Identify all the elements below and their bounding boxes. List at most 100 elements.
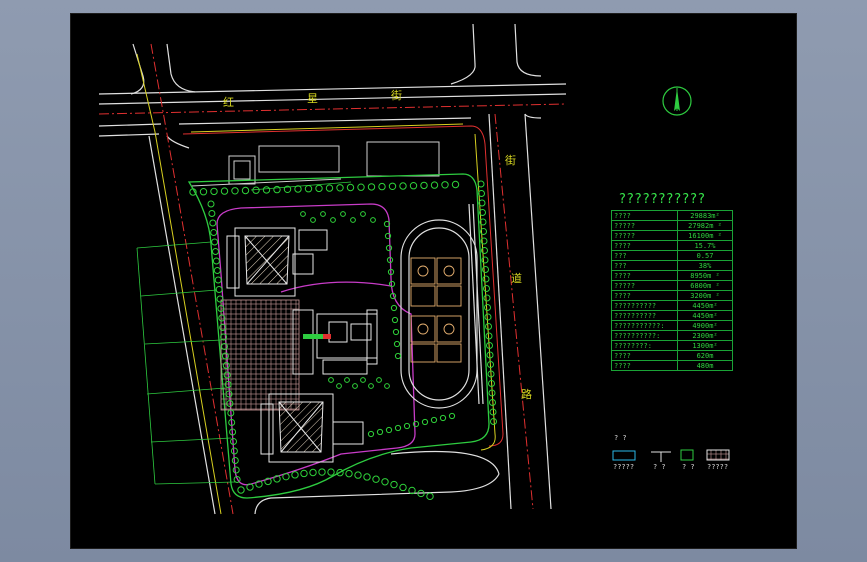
- tree-icon: [394, 352, 402, 360]
- tree-icon: [214, 276, 222, 284]
- table-row: ?????????? 4450m²: [611, 310, 733, 321]
- row-label: ?????: [611, 230, 678, 241]
- row-value: 4900m²: [677, 320, 733, 331]
- tree-icon: [370, 217, 376, 223]
- tree-icon: [346, 183, 355, 192]
- row-label: ?????: [611, 220, 678, 231]
- tree-icon: [315, 184, 323, 193]
- tree-icon: [483, 294, 491, 302]
- tree-icon: [291, 471, 299, 479]
- row-label: ????: [611, 270, 678, 281]
- tree-icon: [368, 383, 374, 389]
- north-arrow-icon: [662, 86, 692, 116]
- table-row: ?????????? 4450m²: [611, 300, 733, 311]
- street-char: 星: [307, 92, 318, 105]
- table-title: ???????????: [619, 192, 706, 207]
- legend-item-label: ? ?: [682, 463, 695, 471]
- tree-icon: [484, 313, 492, 321]
- row-label: ??????????: [611, 310, 678, 321]
- street-char: 街: [391, 88, 402, 102]
- tree-icon: [209, 219, 217, 227]
- tree-icon: [378, 182, 386, 191]
- tree-icon: [367, 183, 376, 191]
- table-row: ??? 38%: [611, 260, 733, 271]
- row-value: 4450m²: [677, 310, 733, 321]
- tree-icon: [328, 377, 334, 383]
- table-row: ????? 27982m ²: [611, 220, 733, 231]
- row-value: 8950m ²: [677, 270, 733, 281]
- row-label: ????????:: [611, 340, 678, 351]
- tree-icon: [354, 471, 362, 479]
- tree-icon: [213, 267, 221, 274]
- tree-icon: [390, 480, 398, 489]
- tree-icon: [477, 180, 485, 188]
- row-value: 480m: [677, 360, 733, 371]
- tree-icon: [372, 475, 380, 483]
- row-value: 3200m ²: [677, 290, 733, 301]
- legend-item-label: ?????: [707, 463, 729, 471]
- table-row: ???? 29883m²: [611, 210, 733, 221]
- tree-icon: [363, 473, 371, 481]
- legend-item-label: ? ?: [653, 463, 666, 471]
- cad-drawing-viewport[interactable]: 红 星 街 街 道 路 ??????????? ???? 29883m²?????…: [70, 13, 797, 549]
- tree-icon: [252, 186, 260, 194]
- tree-icon: [393, 340, 401, 348]
- tree-icon: [350, 217, 356, 223]
- tree-icon: [210, 229, 218, 236]
- legend-header: ? ?: [614, 434, 627, 442]
- tree-icon: [212, 257, 220, 265]
- tree-icon: [320, 211, 326, 217]
- row-value: 27982m ²: [677, 220, 733, 231]
- tree-icon: [340, 211, 346, 217]
- tree-icon: [336, 383, 342, 389]
- tree-icon: [327, 468, 335, 476]
- tree-icon: [210, 187, 218, 196]
- row-label: ????: [611, 240, 678, 251]
- tree-icon: [309, 468, 317, 477]
- tree-icon: [399, 483, 407, 492]
- statistics-table: ???? 29883m²????? 27982m ²????? 16100m ²???…: [611, 210, 733, 371]
- row-value: 29883m²: [677, 210, 733, 221]
- tree-icon: [207, 200, 215, 208]
- tree-icon: [439, 414, 447, 422]
- tree-icon: [390, 304, 398, 312]
- tree-icon: [484, 304, 491, 311]
- row-label: ????: [611, 350, 678, 361]
- tree-icon: [310, 217, 316, 223]
- central-building: [316, 309, 378, 375]
- legend-symbols: [612, 449, 730, 462]
- row-label: ???: [611, 250, 678, 261]
- tree-icon: [336, 184, 344, 192]
- tree-icon: [388, 182, 397, 191]
- teaching-building-north: [226, 227, 328, 297]
- tree-icon: [212, 248, 219, 255]
- row-value: 16100m ²: [677, 230, 733, 241]
- row-label: ????: [611, 290, 678, 301]
- table-row: ???? 3200m ²: [611, 290, 733, 301]
- row-value: 1300m²: [677, 340, 733, 351]
- table-row: ???? 620m: [611, 350, 733, 361]
- row-label: ??????????: [611, 300, 678, 311]
- tree-icon: [241, 186, 250, 195]
- tree-icon: [485, 323, 492, 330]
- table-row: ????? 6800m ²: [611, 280, 733, 291]
- row-label: ????: [611, 210, 678, 221]
- table-row: ????? 16100m ²: [611, 230, 733, 241]
- tree-icon: [391, 316, 399, 324]
- tree-icon: [360, 211, 366, 217]
- street-label-right: 街 道 路: [505, 153, 532, 401]
- row-label: ???: [611, 260, 678, 271]
- row-label: ????: [611, 360, 678, 371]
- tree-icon: [367, 430, 375, 438]
- tree-icon: [304, 185, 313, 193]
- tree-icon: [318, 468, 326, 476]
- tree-icon: [237, 486, 245, 494]
- tree-icon: [441, 181, 449, 189]
- tree-icon: [451, 180, 460, 189]
- street-char: 道: [511, 271, 522, 285]
- tree-icon: [482, 266, 489, 273]
- tree-icon: [408, 486, 416, 495]
- tree-icon: [352, 383, 358, 389]
- tree-icon: [381, 478, 389, 486]
- tree-icon: [208, 210, 216, 217]
